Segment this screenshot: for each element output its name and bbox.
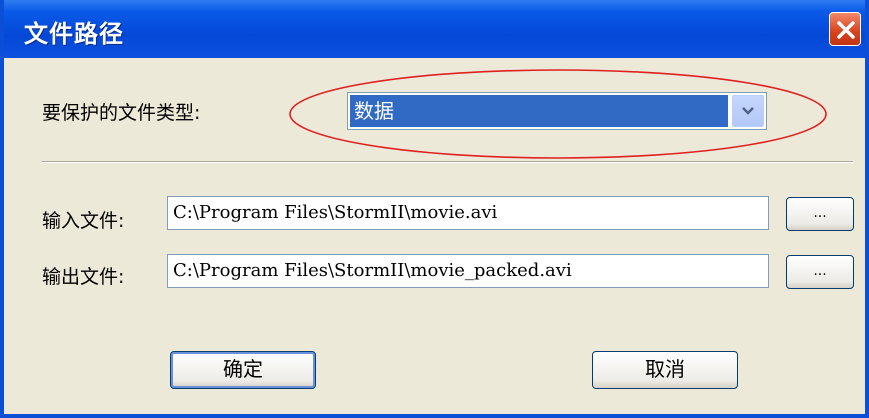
- output-file-label: 输出文件:: [42, 266, 125, 288]
- separator: [42, 161, 853, 163]
- file-type-label: 要保护的文件类型:: [42, 102, 201, 124]
- output-browse-button[interactable]: ...: [786, 255, 854, 289]
- close-icon: [837, 21, 855, 39]
- input-browse-button[interactable]: ...: [786, 197, 854, 231]
- input-file-label: 输入文件:: [42, 210, 125, 232]
- ok-button[interactable]: 确定: [170, 351, 316, 389]
- input-file-field[interactable]: C:\Program Files\StormII\movie.avi: [167, 196, 769, 230]
- title-bar[interactable]: 文件路径: [4, 0, 865, 58]
- file-path-dialog: 文件路径 要保护的文件类型: 数据 输入文件: C:\Program Files…: [0, 0, 869, 418]
- close-button[interactable]: [829, 12, 861, 46]
- output-file-field[interactable]: C:\Program Files\StormII\movie_packed.av…: [167, 254, 769, 288]
- highlight-ellipse: [289, 69, 827, 159]
- dialog-title: 文件路径: [24, 20, 124, 48]
- cancel-button[interactable]: 取消: [592, 351, 738, 389]
